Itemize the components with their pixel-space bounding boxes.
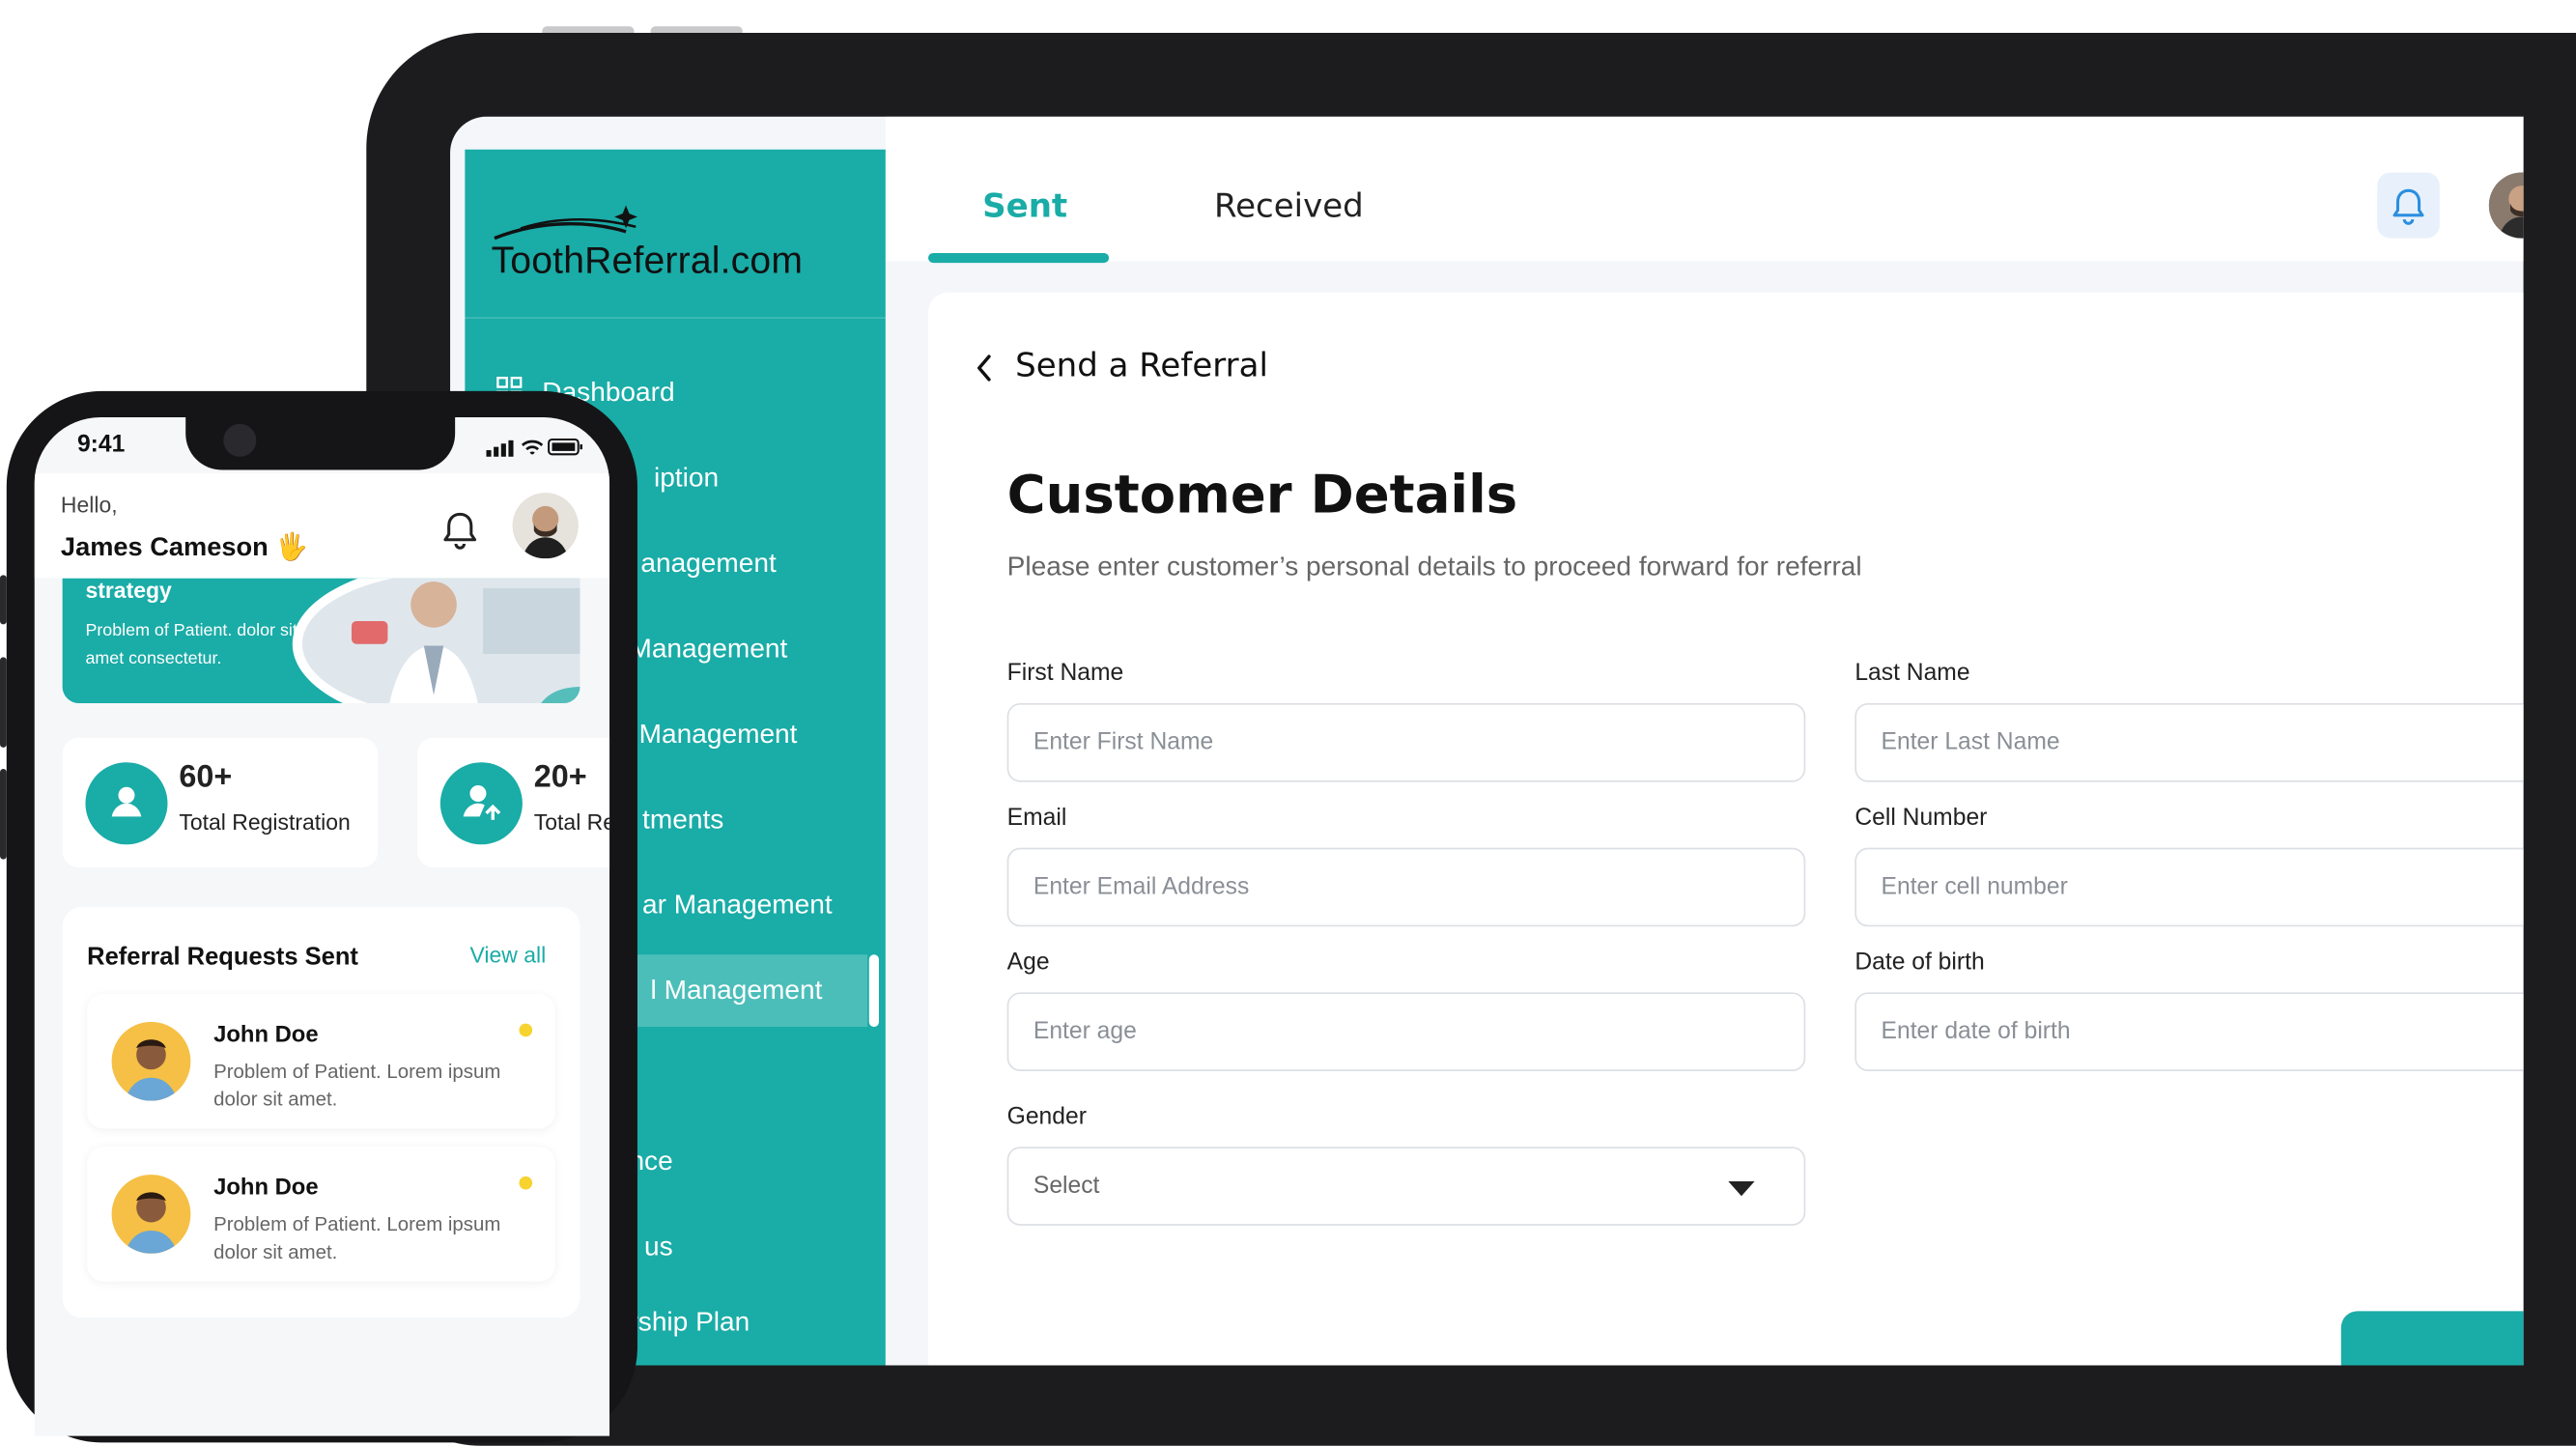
avatar [111,1021,191,1101]
list-item[interactable]: John Doe Problem of Patient. Lorem ipsum… [87,994,555,1129]
form-subtitle: Please enter customer’s personal details… [1006,552,1862,582]
top-bar: Sent Received [885,116,2524,264]
email-field[interactable] [1006,847,1806,927]
referral-form-card: Send a Referral Customer Details Please … [928,292,2524,1366]
banner-text: Problem of Patient. dolor sit amet conse… [85,620,297,669]
first-name-label: First Name [1006,660,1124,687]
user-photo [512,493,579,559]
gender-select[interactable]: Select [1006,1147,1806,1226]
user-avatar[interactable] [512,493,579,559]
user-share-icon [439,762,523,845]
referral-requests-card: Referral Requests Sent View all John Doe… [62,906,580,1318]
bell-icon[interactable] [440,509,480,552]
tablet-screen: Sent Received ToothReferral.com Dashboar… [450,116,2524,1366]
phone-volume-up [0,657,7,748]
view-all-link[interactable]: View all [469,943,546,968]
stat-value: 60+ [179,760,233,796]
last-name-field[interactable] [1854,702,2524,782]
status-time: 9:41 [76,432,126,459]
email-label: Email [1006,805,1067,832]
sidebar-item-label: rship Plan [629,1307,750,1338]
promo-banner[interactable]: strategy Problem of Patient. dolor sit a… [62,578,580,703]
page-title: Send a Referral [1015,345,1268,385]
notification-button[interactable] [2377,172,2440,239]
brand-logo[interactable]: ToothReferral.com [488,202,849,300]
cell-number-label: Cell Number [1854,805,1988,832]
greeting: Hello, [60,493,118,518]
status-bar-icons [486,438,582,457]
chevron-left-icon [977,354,991,382]
phone-header: Hello, James Cameson 🖐 [34,472,610,579]
user-name: James Cameson 🖐 [60,533,309,562]
next-button[interactable] [2340,1311,2524,1366]
banner-title: strategy [85,578,172,604]
sidebar-item-label: iption [653,463,720,494]
phone-camera [223,423,257,457]
logo-text: ToothReferral.com [491,238,804,281]
tab-received[interactable]: Received [1214,185,1364,225]
phone-volume-down [0,769,7,860]
cell-number-field[interactable] [1854,847,2524,927]
sidebar-item-label: tments [642,805,724,836]
sidebar-divider [465,317,886,319]
doctor-illustration [301,578,580,703]
user-icon [85,762,168,845]
user-photo [2488,172,2524,239]
gender-select-value: Select [1033,1173,1100,1200]
tab-sent[interactable]: Sent [982,185,1067,225]
phone-screen: 9:41 Hello, James Cameson 🖐 strategy Pro… [34,417,610,1436]
bell-icon [2392,188,2424,225]
status-dot [519,1023,533,1037]
referral-text: Problem of Patient. Lorem ipsum dolor si… [213,1060,501,1111]
mockup-stage: Sent Received ToothReferral.com Dashboar… [0,0,2576,1446]
tab-sent-indicator [928,252,1110,264]
stat-value: 20+ [533,760,587,796]
gender-label: Gender [1006,1104,1087,1131]
age-label: Age [1006,950,1050,977]
banner-photo [292,578,580,703]
sidebar-item-label: ar Management [642,890,833,921]
avatar [111,1175,191,1254]
stat-card-registration[interactable]: 60+ Total Registration [62,737,379,868]
age-field[interactable] [1006,992,1806,1071]
stat-label: Total Referral Appointments [533,809,609,836]
dob-field[interactable] [1854,992,2524,1071]
referral-name: John Doe [213,1173,319,1200]
form-title: Customer Details [1006,463,1518,526]
sidebar-active-indicator [868,954,879,1028]
caret-down-icon [1728,1180,1755,1197]
referral-name: John Doe [213,1020,319,1047]
sidebar-item-label: Management [629,634,788,665]
sidebar-item-label: Management [638,719,798,750]
sidebar-item-label: anagement [640,549,777,579]
phone-mute-switch [0,575,7,625]
referral-requests-title: Referral Requests Sent [87,943,358,972]
last-name-label: Last Name [1854,660,1970,687]
sidebar-item-label: l Management [650,976,823,1006]
referral-text: Problem of Patient. Lorem ipsum dolor si… [213,1212,501,1263]
stat-label: Total Registration [179,809,351,836]
list-item[interactable]: John Doe Problem of Patient. Lorem ipsum… [87,1147,555,1282]
first-name-field[interactable] [1006,702,1806,782]
stat-card-referrals[interactable]: 20+ Total Referral Appointments [417,737,610,868]
dob-label: Date of birth [1854,950,1985,977]
user-avatar[interactable] [2488,172,2524,239]
status-dot [519,1176,533,1190]
